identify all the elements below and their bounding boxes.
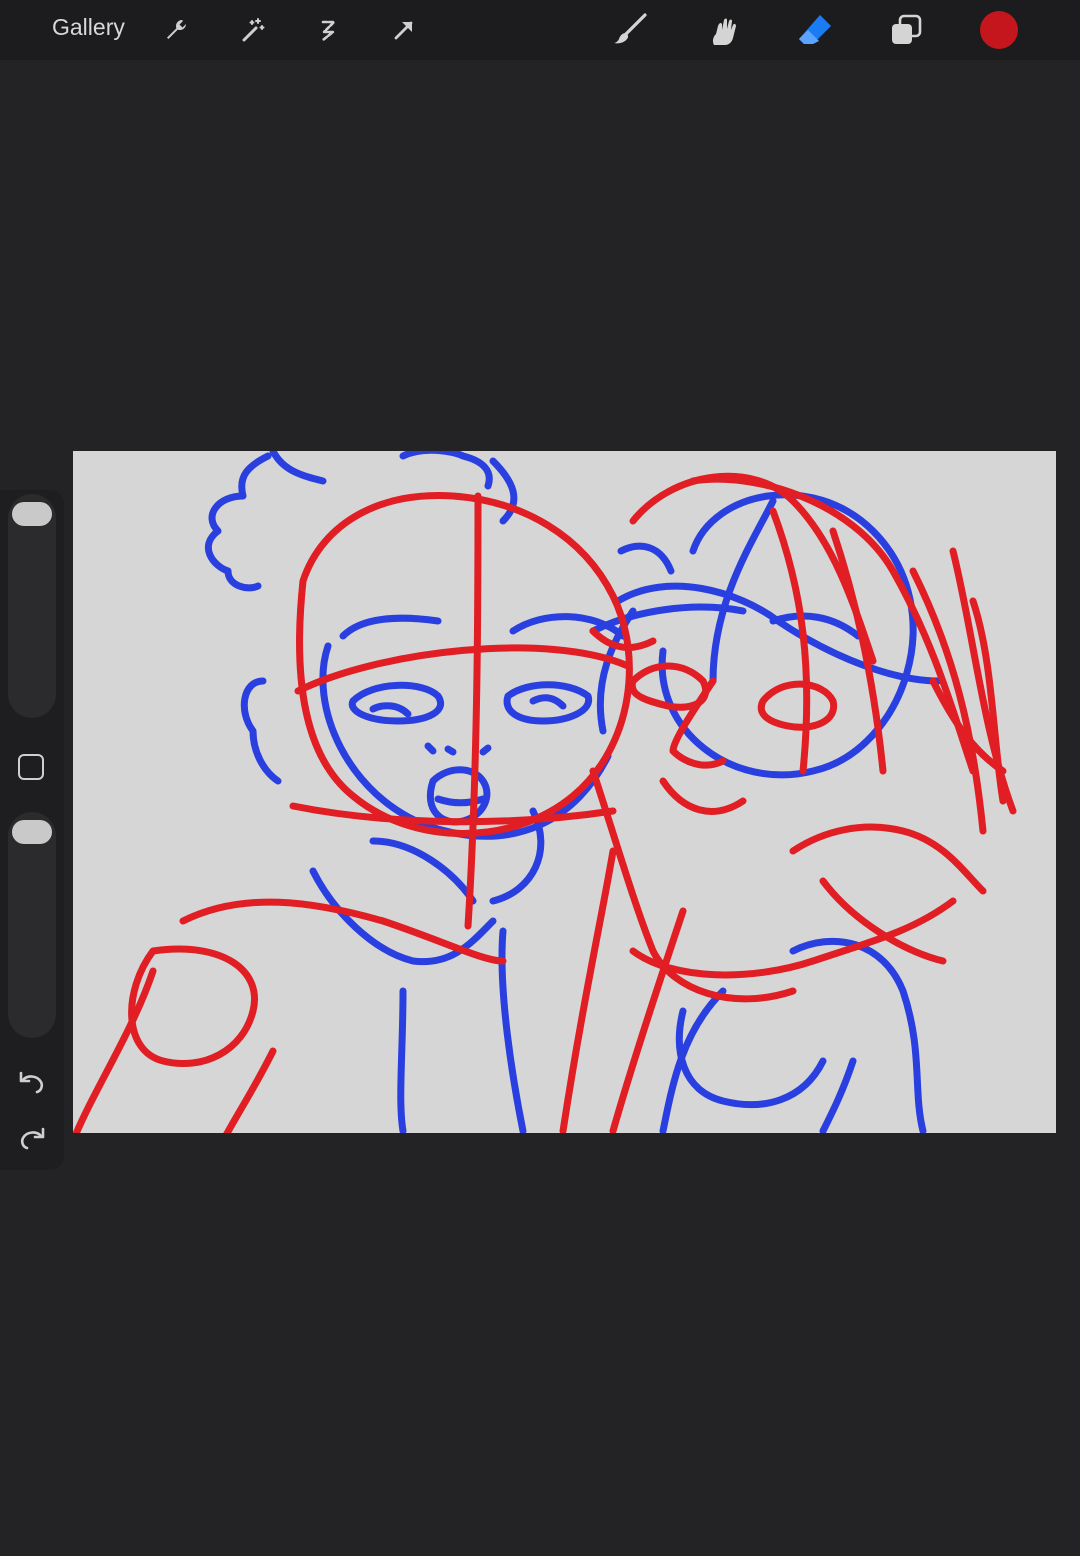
layers-icon[interactable] <box>886 10 926 50</box>
transform-arrow-icon[interactable] <box>384 10 424 50</box>
top-toolbar: Gallery <box>0 0 1080 60</box>
gallery-button[interactable]: Gallery <box>52 14 125 41</box>
opacity-slider[interactable] <box>8 812 56 1038</box>
eraser-icon[interactable] <box>795 10 835 50</box>
opacity-slider-thumb[interactable] <box>12 820 52 844</box>
smudge-icon[interactable] <box>702 10 742 50</box>
red-sketch-layer <box>73 472 1017 1133</box>
brush-icon[interactable] <box>610 10 650 50</box>
modify-square-icon[interactable] <box>18 754 44 780</box>
left-sidebar <box>0 490 64 1170</box>
wrench-icon[interactable] <box>156 10 196 50</box>
redo-icon[interactable] <box>16 1122 48 1154</box>
drawing-canvas[interactable] <box>73 451 1056 1133</box>
color-picker-button[interactable] <box>980 11 1018 49</box>
brush-size-slider[interactable] <box>8 494 56 718</box>
undo-icon[interactable] <box>16 1066 48 1098</box>
brush-size-slider-thumb[interactable] <box>12 502 52 526</box>
selection-icon[interactable] <box>308 10 348 50</box>
magic-wand-icon[interactable] <box>232 10 272 50</box>
sketch-artwork <box>73 451 1017 1133</box>
